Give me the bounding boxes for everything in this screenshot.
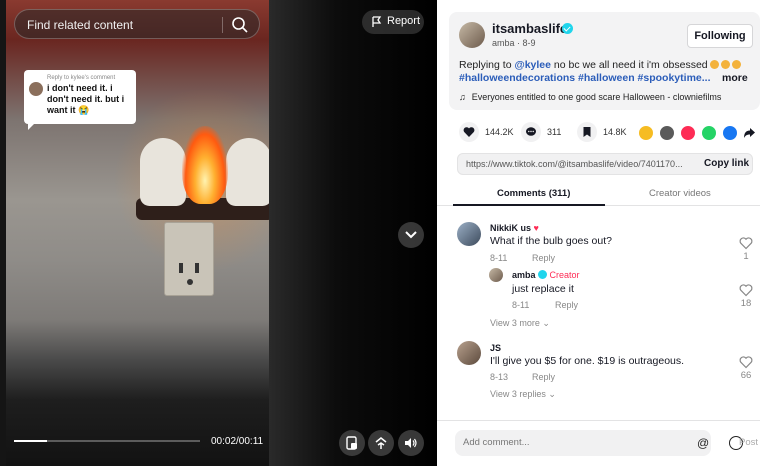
emoji-icon [709, 60, 719, 69]
heart-emoji-icon: ♥ [533, 223, 539, 233]
send-to-friends-icon[interactable] [681, 126, 695, 140]
video-link-box: https://www.tiktok.com/@itsambaslife/vid… [457, 153, 753, 175]
music-row[interactable]: ♫ Everyones entitled to one good scare Ha… [459, 92, 721, 102]
caption-more-link[interactable]: more [722, 72, 748, 84]
comment-like-icon[interactable] [739, 355, 753, 369]
post-caption: Replying to @kylee no bc we all need it … [459, 59, 749, 85]
flag-icon [372, 16, 382, 27]
comment-text: What if the bulb goes out? [490, 235, 612, 247]
video-progress-fill [14, 440, 48, 442]
reply-sticker: Reply to kylee's comment i don't need it… [24, 70, 136, 130]
tab-bar: Comments (311) Creator videos [437, 182, 760, 206]
creator-tag: Creator [549, 270, 580, 280]
comment-composer: Add comment... @ Post [437, 420, 760, 466]
emoji-icon [731, 60, 741, 69]
picture-in-picture-button[interactable] [339, 430, 365, 456]
music-note-icon: ♫ [459, 92, 466, 102]
author-username[interactable]: itsambaslife [492, 21, 567, 36]
bookmark-icon [583, 127, 591, 137]
commenter-avatar[interactable] [457, 222, 481, 246]
auto-scroll-icon [375, 437, 387, 449]
add-comment-placeholder: Add comment... [463, 437, 530, 448]
reply-sticker-avatar [29, 82, 43, 96]
volume-icon [405, 438, 417, 448]
commenter-avatar[interactable] [457, 341, 481, 365]
view-more-replies-button[interactable]: View 3 more ⌄ [490, 318, 550, 329]
following-button[interactable]: Following [687, 24, 753, 48]
caption-mention[interactable]: @kylee [514, 59, 551, 71]
report-label: Report [387, 15, 421, 27]
commenter-name[interactable]: NikkiK us ♥ [490, 223, 539, 233]
reply-author-name[interactable]: amba Creator [512, 270, 580, 280]
post-comment-button[interactable]: Post [739, 437, 758, 448]
comment-like-count: 1 [743, 251, 749, 262]
ghost-campfire-night-light [134, 110, 269, 220]
reply-like-icon[interactable] [739, 283, 753, 297]
volume-button[interactable] [398, 430, 424, 456]
save-count: 14.8K [603, 127, 627, 137]
wall-outlet [164, 222, 214, 296]
post-info-card: itsambaslife amba · 8-9 Following Replyi… [449, 12, 760, 110]
search-placeholder: Find related content [27, 18, 134, 32]
reply-date: 8-11 [512, 300, 530, 310]
reply-sticker-title: Reply to kylee's comment [47, 75, 116, 81]
share-arrow-icon[interactable] [743, 127, 756, 139]
comment-count: 311 [547, 127, 562, 137]
view-replies-button[interactable]: View 3 replies ⌄ [490, 389, 556, 400]
music-title: Everyones entitled to one good scare Hal… [471, 92, 722, 102]
chevron-down-icon: ⌄ [548, 389, 556, 399]
comment-date: 8-11 [490, 253, 508, 263]
add-comment-input[interactable]: Add comment... @ [455, 430, 743, 456]
chevron-down-icon [405, 231, 417, 239]
report-button[interactable]: Report [362, 10, 424, 34]
video-time: 00:02/00:11 [211, 436, 264, 447]
like-count: 144.2K [485, 127, 514, 137]
comment-item: JS I'll give you $5 for one. $19 is outr… [437, 341, 760, 401]
related-search-input[interactable]: Find related content [14, 9, 260, 39]
video-player[interactable]: Find related content Report Reply to kyl… [0, 0, 437, 466]
reply-sticker-body: i don't need it. i don't need it. but i … [47, 83, 125, 115]
author-avatar[interactable] [459, 22, 485, 48]
comment-item: NikkiK us ♥ What if the bulb goes out? 8… [437, 220, 760, 335]
tab-creator-videos[interactable]: Creator videos [649, 188, 711, 199]
comment-date: 8-13 [490, 372, 509, 382]
video-progress-bar[interactable] [14, 440, 200, 442]
video-link-text[interactable]: https://www.tiktok.com/@itsambaslife/vid… [466, 159, 691, 169]
comment-like-count: 66 [740, 370, 752, 381]
comment-like-icon[interactable] [739, 236, 753, 250]
engagement-row: 144.2K 311 14.8K [449, 122, 760, 144]
comment-text: I'll give you $5 for one. $19 is outrage… [490, 355, 685, 367]
emoji-icon [720, 60, 730, 69]
comment-reply-button[interactable]: Reply [532, 253, 555, 263]
embed-icon[interactable] [660, 126, 674, 140]
reply-text: just replace it [512, 283, 574, 295]
repost-icon[interactable] [639, 126, 653, 140]
comment-icon [526, 127, 536, 136]
facebook-icon[interactable] [723, 126, 737, 140]
mention-icon[interactable]: @ [697, 436, 709, 450]
floating-player-icon [346, 436, 357, 450]
auto-scroll-button[interactable] [368, 430, 394, 456]
author-subline: amba · 8-9 [492, 38, 536, 48]
verified-badge-icon [538, 270, 548, 279]
search-icon[interactable] [231, 16, 249, 34]
caption-hashtags[interactable]: #halloweendecorations #halloween #spooky… [459, 72, 711, 84]
next-video-button[interactable] [398, 222, 424, 248]
heart-icon [463, 127, 475, 137]
commenter-name[interactable]: JS [490, 343, 501, 353]
tab-active-indicator [453, 204, 605, 206]
reply-avatar[interactable] [489, 268, 503, 282]
details-panel: itsambaslife amba · 8-9 Following Replyi… [437, 0, 760, 466]
reply-reply-button[interactable]: Reply [555, 300, 578, 310]
comment-reply-button[interactable]: Reply [532, 372, 555, 382]
whatsapp-icon[interactable] [702, 126, 716, 140]
verified-badge-icon [562, 23, 573, 34]
reply-like-count: 18 [740, 298, 752, 309]
copy-link-button[interactable]: Copy link [704, 158, 749, 169]
tab-comments[interactable]: Comments (311) [497, 188, 570, 199]
chevron-down-icon: ⌄ [542, 318, 550, 328]
